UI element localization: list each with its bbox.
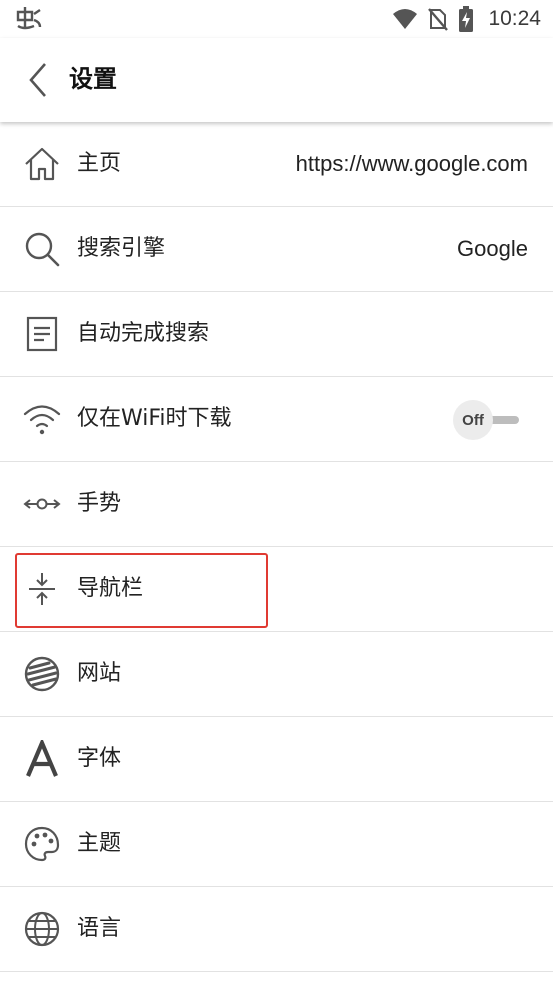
- document-icon: [22, 314, 62, 354]
- app-notification-icon: [14, 6, 44, 32]
- settings-item-search-engine[interactable]: 搜索引擎 Google: [0, 207, 553, 292]
- palette-icon: [22, 824, 62, 864]
- settings-item-autocomplete[interactable]: 自动完成搜索: [0, 292, 553, 377]
- settings-item-gestures[interactable]: 手势: [0, 462, 553, 547]
- search-engine-value: Google: [457, 236, 528, 261]
- status-bar: 10:24: [0, 0, 553, 38]
- status-time: 10:24: [488, 7, 541, 30]
- wifi-download-toggle[interactable]: Off: [453, 400, 523, 440]
- settings-item-label: 导航栏: [77, 576, 144, 601]
- settings-item-label: 仅在WiFi时下载: [77, 406, 232, 431]
- back-button[interactable]: [18, 58, 58, 102]
- swipe-gesture-icon: [22, 484, 62, 524]
- website-icon: [22, 654, 62, 694]
- settings-item-label: 主页: [77, 151, 122, 176]
- compress-vertical-icon: [22, 569, 62, 609]
- settings-item-font[interactable]: 字体: [0, 717, 553, 802]
- page-title: 设置: [69, 65, 117, 93]
- font-icon: [22, 739, 62, 779]
- homepage-value: https://www.google.com: [295, 151, 528, 176]
- home-icon: [22, 144, 62, 184]
- settings-item-wifi-download[interactable]: 仅在WiFi时下载 Off: [0, 377, 553, 462]
- settings-item-homepage[interactable]: 主页 https://www.google.com: [0, 122, 553, 207]
- settings-item-label: 字体: [77, 746, 122, 771]
- chevron-left-icon: [29, 63, 46, 97]
- settings-item-theme[interactable]: 主题: [0, 802, 553, 887]
- globe-icon: [22, 909, 62, 949]
- settings-item-label: 语言: [77, 916, 122, 941]
- no-sim-icon: [428, 7, 449, 31]
- wifi-icon: [22, 399, 62, 439]
- wifi-icon: [392, 8, 418, 30]
- settings-item-websites[interactable]: 网站: [0, 632, 553, 717]
- settings-item-label: 主题: [77, 831, 122, 856]
- app-bar: 设置: [0, 38, 553, 122]
- settings-item-label: 搜索引擎: [77, 236, 166, 261]
- settings-item-language[interactable]: 语言: [0, 887, 553, 972]
- settings-item-label: 手势: [77, 491, 122, 516]
- settings-item-label: 网站: [77, 661, 122, 686]
- settings-item-navigation-bar[interactable]: 导航栏: [0, 547, 553, 632]
- settings-item-label: 自动完成搜索: [77, 321, 210, 346]
- toggle-thumb: Off: [453, 400, 493, 440]
- settings-list: 主页 https://www.google.com 搜索引擎 Google 自动…: [0, 122, 553, 972]
- search-icon: [22, 229, 62, 269]
- battery-charging-icon: [458, 6, 474, 32]
